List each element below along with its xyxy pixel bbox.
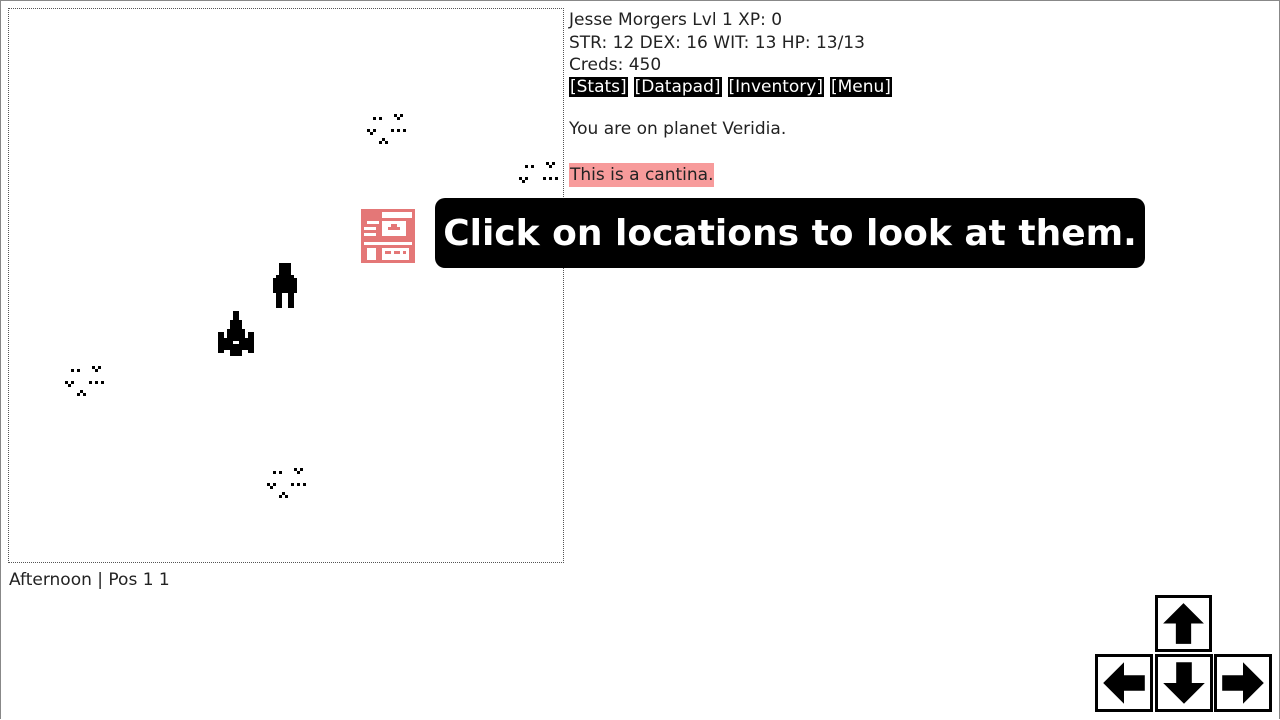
character-attributes: STR: 12 DEX: 16 WIT: 13 HP: 13/13 [569, 32, 865, 53]
location-message: This is a cantina. [569, 163, 715, 187]
grass-tile[interactable] [364, 111, 412, 159]
character-creds: Creds: 450 [569, 55, 662, 75]
character-panel: Jesse Morgers Lvl 1 XP: 0 STR: 12 DEX: 1… [569, 9, 892, 97]
arrow-left-icon [1103, 662, 1145, 704]
planet-message: You are on planet Veridia. [569, 119, 787, 139]
grass-tile[interactable] [264, 465, 312, 513]
arrow-up-icon [1163, 603, 1204, 644]
move-right-button[interactable] [1214, 654, 1272, 712]
datapad-button[interactable]: [Datapad] [633, 76, 722, 97]
move-left-button[interactable] [1095, 654, 1153, 712]
starship[interactable] [212, 311, 260, 359]
cantina-icon [361, 209, 415, 263]
instruction-tooltip: Click on locations to look at them. [435, 198, 1145, 268]
menu-bar: [Stats] [Datapad] [Inventory] [Menu] [569, 76, 892, 97]
tooltip-text: Click on locations to look at them. [443, 212, 1137, 254]
grass-icon [267, 468, 306, 498]
map-view[interactable] [8, 8, 564, 563]
inventory-button[interactable]: [Inventory] [727, 76, 824, 97]
cantina-location[interactable] [361, 209, 415, 263]
time-position-status: Afternoon | Pos 1 1 [9, 570, 170, 590]
person-icon [273, 263, 297, 308]
arrow-down-icon [1163, 662, 1205, 704]
grass-tile[interactable] [62, 363, 110, 411]
move-up-button[interactable] [1155, 595, 1212, 652]
spaceship-icon [218, 311, 254, 356]
menu-button[interactable]: [Menu] [830, 76, 892, 97]
move-down-button[interactable] [1155, 654, 1213, 712]
grass-icon [367, 114, 406, 144]
character-name-level: Jesse Morgers Lvl 1 XP: 0 [569, 10, 783, 30]
player-character[interactable] [261, 263, 309, 311]
grass-icon [65, 366, 104, 396]
stats-button[interactable]: [Stats] [569, 76, 628, 97]
arrow-right-icon [1222, 662, 1264, 704]
